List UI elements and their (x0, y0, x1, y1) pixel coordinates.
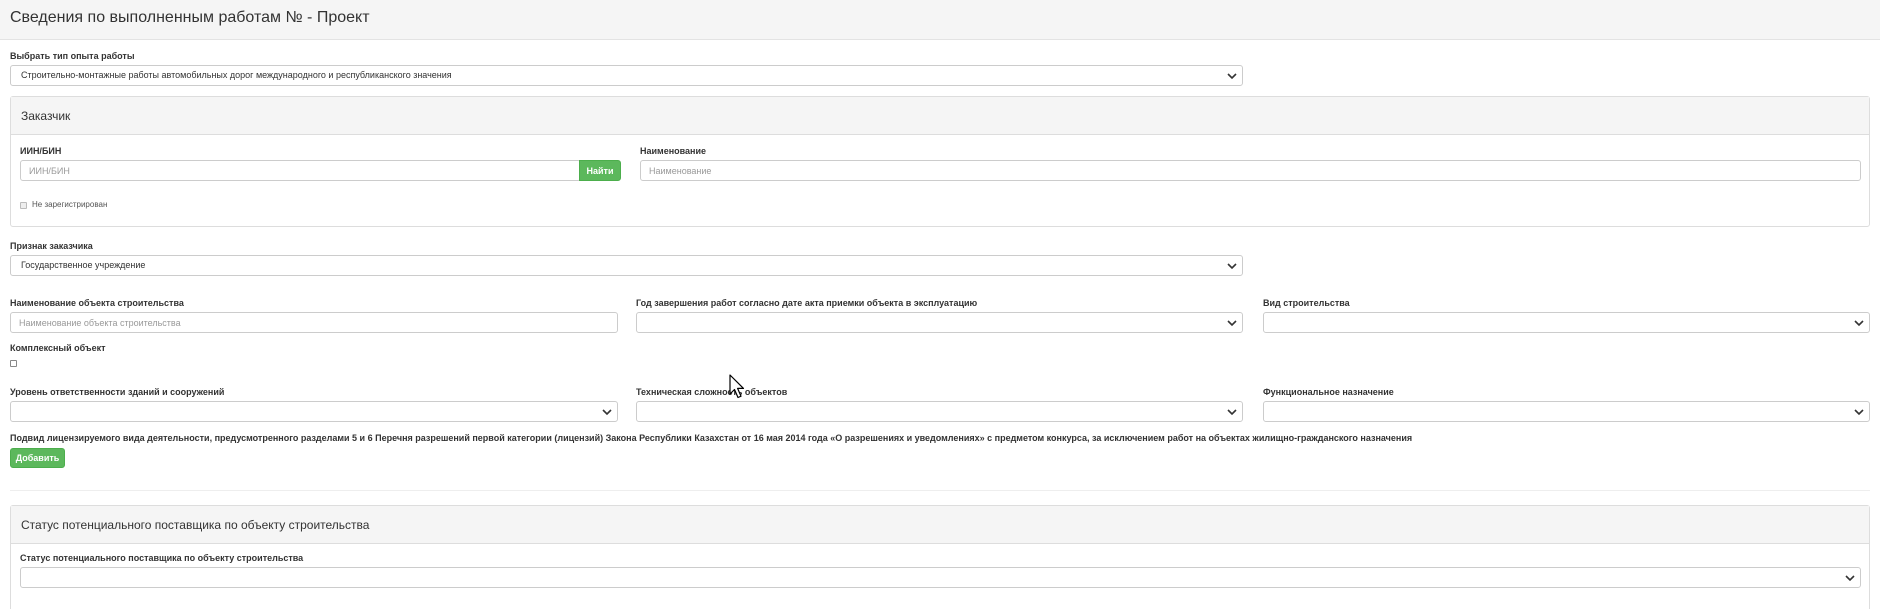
chevron-down-icon (1227, 409, 1237, 416)
add-button[interactable]: Добавить (10, 448, 65, 468)
chevron-down-icon (1227, 320, 1237, 327)
construction-type-select[interactable] (1263, 312, 1870, 333)
chevron-down-icon (1227, 263, 1237, 270)
iin-label: ИИН/БИН (20, 146, 62, 156)
supplier-status-select[interactable] (20, 567, 1861, 588)
technical-complexity-select[interactable] (636, 401, 1243, 422)
chevron-down-icon (1854, 320, 1864, 327)
customer-panel-title: Заказчик (21, 109, 71, 123)
customer-name-label: Наименование (640, 146, 707, 156)
customer-name-input[interactable] (640, 160, 1861, 181)
customer-sign-select[interactable]: Государственное учреждение (10, 255, 1243, 276)
experience-type-label: Выбрать тип опыта работы (10, 51, 135, 61)
chevron-down-icon (602, 409, 612, 416)
license-subtype-label: Подвид лицензируемого вида деятельности,… (10, 433, 1413, 443)
object-name-input[interactable] (10, 312, 618, 333)
experience-type-select[interactable]: Строительно-монтажные работы автомобильн… (10, 65, 1243, 86)
page-header: Сведения по выполненным работам № - Прое… (0, 0, 1880, 40)
construction-type-label: Вид строительства (1263, 298, 1350, 308)
page-title: Сведения по выполненным работам № - Прое… (10, 9, 370, 26)
experience-type-value: Строительно-монтажные работы автомобильн… (21, 70, 452, 80)
chevron-down-icon (1227, 73, 1237, 80)
customer-sign-value: Государственное учреждение (21, 260, 146, 270)
chevron-down-icon (1854, 409, 1864, 416)
find-button[interactable]: Найти (579, 160, 621, 181)
responsibility-level-select[interactable] (10, 401, 618, 422)
supplier-status-panel-heading: Статус потенциального поставщика по объе… (11, 506, 1869, 544)
completion-year-select[interactable] (636, 312, 1243, 333)
functional-purpose-label: Функциональное назначение (1263, 387, 1394, 397)
supplier-status-label: Статус потенциального поставщика по объе… (20, 553, 304, 563)
customer-sign-label: Признак заказчика (10, 241, 93, 251)
technical-complexity-label: Техническая сложность объектов (636, 387, 788, 397)
object-name-label: Наименование объекта строительства (10, 298, 184, 308)
completion-year-label: Год завершения работ согласно дате акта … (636, 298, 978, 308)
supplier-status-panel-title: Статус потенциального поставщика по объе… (21, 518, 370, 532)
mouse-cursor-icon (729, 374, 745, 399)
divider (10, 490, 1870, 491)
chevron-down-icon (1845, 575, 1855, 582)
complex-object-checkbox[interactable] (10, 360, 17, 367)
customer-panel-heading: Заказчик (11, 97, 1869, 135)
responsibility-level-label: Уровень ответственности зданий и сооруже… (10, 387, 225, 397)
not-registered-checkbox[interactable] (20, 202, 27, 209)
iin-input[interactable] (20, 160, 581, 181)
functional-purpose-select[interactable] (1263, 401, 1870, 422)
not-registered-label: Не зарегистрирован (32, 200, 108, 209)
complex-object-label: Комплексный объект (10, 343, 106, 353)
